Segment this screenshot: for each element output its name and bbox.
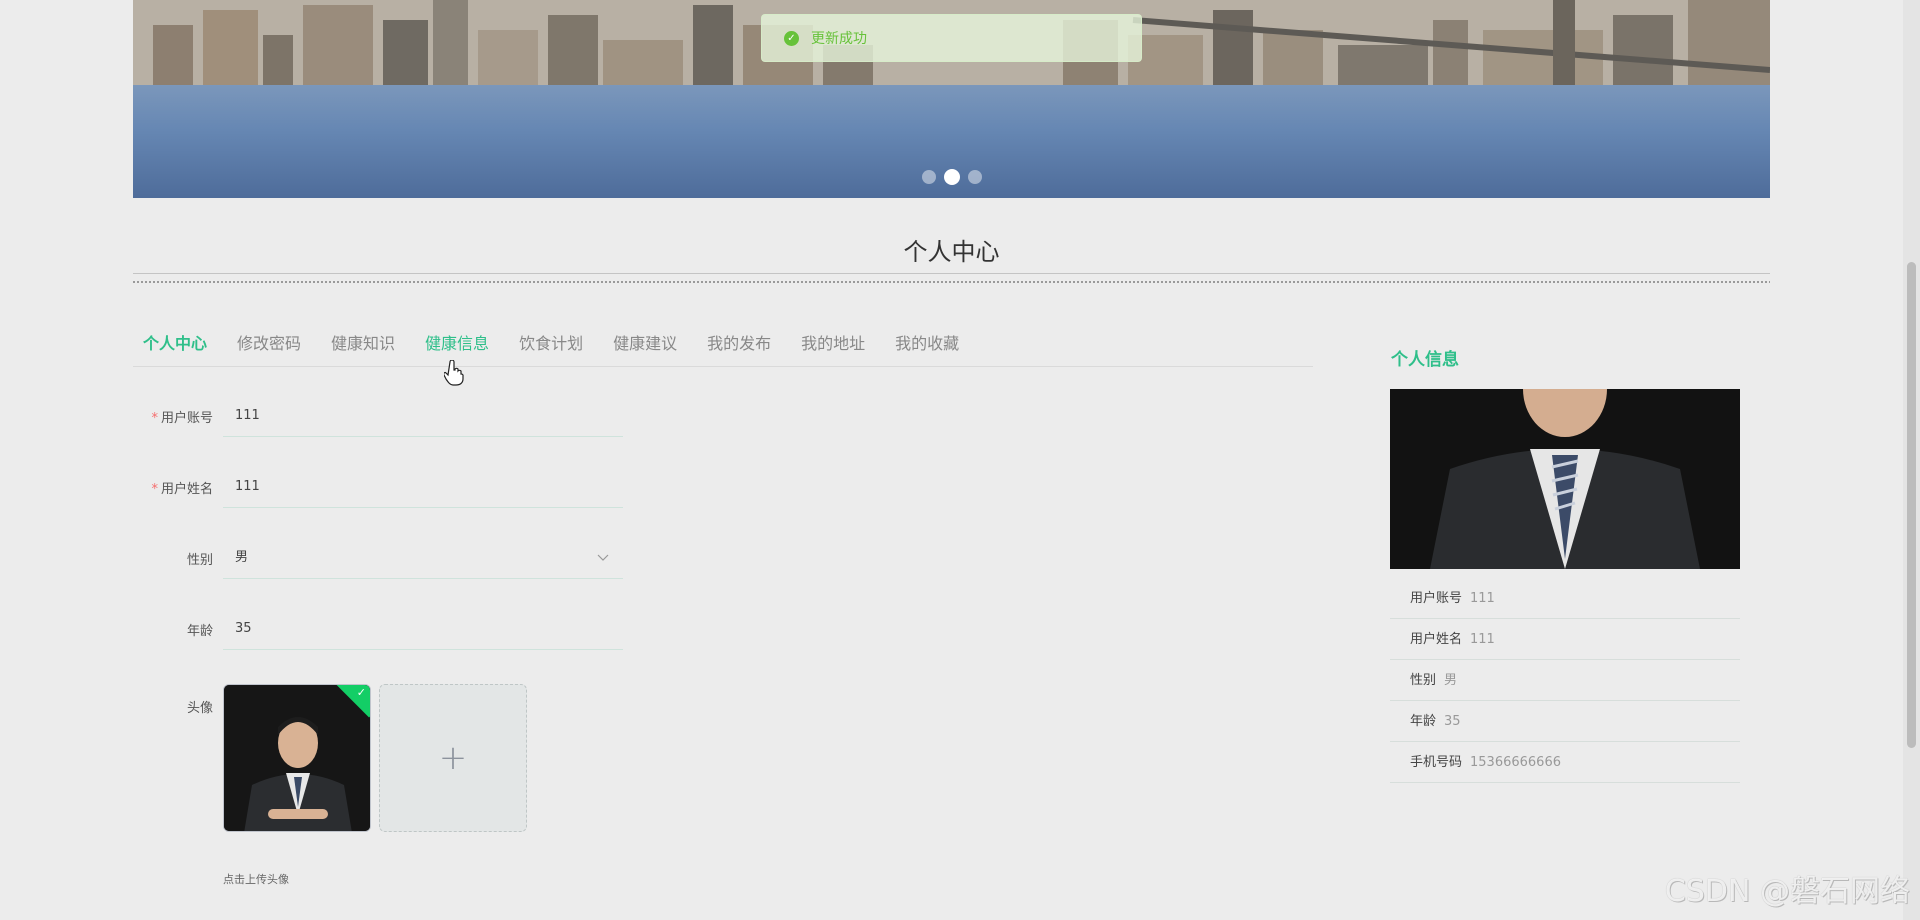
profile-info-title: 个人信息 <box>1391 350 1459 370</box>
carousel-indicators <box>133 166 1770 185</box>
profile-form: * 用户账号 111 * 用户姓名 111 性别 男 年龄 35 头像 ✓ + <box>133 395 833 839</box>
hand-pointer-cursor-icon <box>444 360 464 386</box>
profile-photo <box>1390 389 1740 569</box>
gender-label: 性别 <box>186 553 213 568</box>
portrait-image <box>224 685 370 831</box>
name-label: * 用户姓名 <box>151 482 213 497</box>
gender-row: 性别 男 <box>133 537 833 608</box>
age-input[interactable]: 35 <box>223 608 623 650</box>
tab-my-address[interactable]: 我的地址 <box>801 330 865 366</box>
age-label: 年龄 <box>186 624 213 639</box>
carousel-dot[interactable] <box>967 169 982 184</box>
upload-avatar-button[interactable]: + <box>379 684 527 832</box>
gender-select[interactable]: 男 <box>223 537 623 579</box>
info-row-gender: 性别男 <box>1390 660 1740 701</box>
tab-change-password[interactable]: 修改密码 <box>237 330 301 366</box>
info-row-name: 用户姓名 111 <box>1390 619 1740 660</box>
page-scrollbar[interactable] <box>1903 0 1920 920</box>
scrollbar-thumb[interactable] <box>1907 262 1916 748</box>
account-label: * 用户账号 <box>151 411 213 426</box>
title-divider <box>133 273 1770 285</box>
avatar-thumbnail[interactable]: ✓ <box>223 684 371 832</box>
chevron-down-icon <box>597 537 609 579</box>
tab-my-posts[interactable]: 我的发布 <box>707 330 771 366</box>
profile-info-list: 用户账号 111 用户姓名 111 性别男 年龄 35 手机号码 15366666666 <box>1390 578 1740 783</box>
carousel-dot[interactable] <box>921 169 936 184</box>
user-center-tabs: 个人中心 修改密码 健康知识 健康信息 饮食计划 健康建议 我的发布 我的地址 … <box>133 330 1313 367</box>
info-row-account: 用户账号 111 <box>1390 578 1740 619</box>
avatar-row: 头像 ✓ + <box>133 679 833 839</box>
upload-avatar-tip: 点击上传头像 <box>223 873 289 886</box>
tab-personal-center[interactable]: 个人中心 <box>143 330 207 366</box>
success-toast: ✓ 更新成功 <box>761 14 1142 62</box>
tab-health-advice[interactable]: 健康建议 <box>613 330 677 366</box>
check-icon: ✓ <box>356 686 366 699</box>
plus-icon: + <box>438 738 468 778</box>
name-input[interactable]: 111 <box>223 466 623 508</box>
page-title: 个人中心 <box>903 238 1000 266</box>
info-row-phone: 手机号码 15366666666 <box>1390 742 1740 783</box>
tab-health-knowledge[interactable]: 健康知识 <box>331 330 395 366</box>
age-row: 年龄 35 <box>133 608 833 679</box>
account-row: * 用户账号 111 <box>133 395 833 466</box>
watermark: CSDN @磐石网络 <box>1664 874 1910 909</box>
portrait-image <box>1390 389 1740 569</box>
carousel-dot-active[interactable] <box>943 168 960 185</box>
account-input[interactable]: 111 <box>223 395 623 437</box>
name-row: * 用户姓名 111 <box>133 466 833 537</box>
check-circle-icon: ✓ <box>784 30 799 46</box>
info-row-age: 年龄 35 <box>1390 701 1740 742</box>
gender-selected-value: 男 <box>235 550 249 565</box>
avatar-label: 头像 <box>186 701 213 716</box>
tab-my-favorites[interactable]: 我的收藏 <box>895 330 959 366</box>
toast-message: 更新成功 <box>811 31 867 47</box>
tab-diet-plan[interactable]: 饮食计划 <box>519 330 583 366</box>
